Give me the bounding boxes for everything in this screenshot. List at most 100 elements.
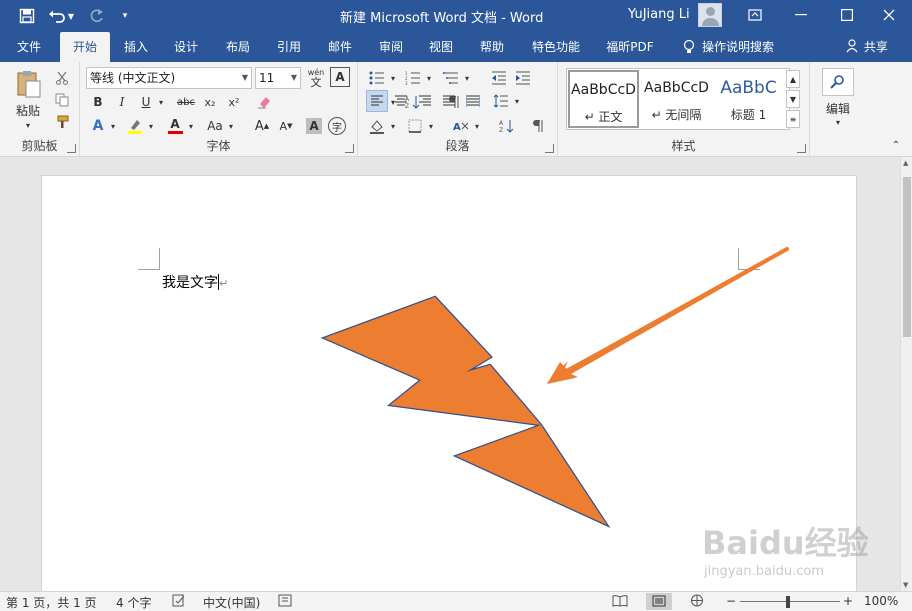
share-button[interactable]: 共享 [846, 32, 888, 62]
copy-icon[interactable] [52, 90, 72, 110]
clear-formatting-icon[interactable] [254, 92, 276, 112]
vertical-scrollbar[interactable]: ▲ ▼ [900, 157, 912, 591]
subscript-button[interactable]: x₂ [200, 92, 220, 112]
align-left-button[interactable] [366, 90, 388, 112]
format-painter-icon[interactable] [52, 112, 72, 132]
tab-insert[interactable]: 插入 [112, 32, 160, 62]
font-color-icon[interactable]: A [164, 116, 186, 136]
cut-icon[interactable] [52, 68, 72, 88]
save-icon[interactable] [14, 4, 40, 28]
italic-button[interactable]: I [112, 92, 132, 112]
tab-foxit-pdf[interactable]: 福昕PDF [598, 32, 662, 62]
scrollbar-thumb[interactable] [903, 177, 911, 337]
font-size-combobox[interactable]: 11 ▼ [255, 67, 301, 89]
tab-view[interactable]: 视图 [417, 32, 465, 62]
undo-dropdown-icon[interactable]: ▼ [64, 4, 78, 28]
style-heading-1[interactable]: AaBbC 标题 1 [713, 70, 784, 128]
web-layout-icon[interactable] [690, 594, 704, 610]
zoom-slider-thumb[interactable] [786, 596, 790, 608]
line-spacing-icon[interactable] [490, 90, 512, 112]
style-no-spacing[interactable]: AaBbCcD ↵ 无间隔 [641, 70, 712, 128]
underline-dropdown-icon[interactable]: ▾ [156, 92, 166, 112]
bold-button[interactable]: B [88, 92, 108, 112]
line-spacing-dropdown-icon[interactable]: ▾ [512, 90, 522, 112]
font-color-dropdown-icon[interactable]: ▾ [186, 116, 196, 136]
tab-references[interactable]: 引用 [265, 32, 313, 62]
sort-az-icon[interactable]: AZ [496, 116, 518, 136]
underline-button[interactable]: U [136, 92, 156, 112]
zoom-in-icon[interactable]: + [843, 594, 853, 608]
collapse-ribbon-icon[interactable]: ⌃ [888, 138, 904, 152]
bullets-icon[interactable] [366, 68, 388, 88]
proofing-icon[interactable] [172, 594, 186, 610]
scroll-down-icon[interactable]: ▼ [903, 581, 908, 589]
justify-button[interactable] [438, 90, 460, 112]
language-indicator[interactable]: 中文(中国) [203, 594, 260, 611]
font-name-combobox[interactable]: 等线 (中文正文) ▼ [86, 67, 252, 89]
tell-me-search[interactable]: 操作说明搜索 [702, 32, 814, 62]
change-case-dropdown-icon[interactable]: ▾ [226, 116, 236, 136]
tab-home[interactable]: 开始 [60, 32, 110, 62]
multilevel-list-icon[interactable] [440, 68, 462, 88]
tab-help[interactable]: 帮助 [468, 32, 516, 62]
align-center-button[interactable] [390, 90, 412, 112]
char-shading-button[interactable]: A [306, 118, 322, 134]
decrease-indent-icon[interactable] [488, 68, 510, 88]
zoom-level[interactable]: 100% [864, 594, 898, 608]
paragraph-marks-icon[interactable] [528, 116, 550, 136]
font-size-dropdown-icon[interactable]: ▼ [291, 68, 297, 88]
paste-icon[interactable] [8, 68, 48, 100]
bullets-dropdown-icon[interactable]: ▾ [388, 68, 398, 88]
editing-dropdown-icon[interactable]: ▾ [828, 116, 848, 128]
lightbulb-icon[interactable] [680, 32, 698, 62]
paragraph-launcher-icon[interactable] [545, 144, 554, 153]
increase-indent-icon[interactable] [512, 68, 534, 88]
grow-font-button[interactable]: A ▲ [252, 116, 272, 136]
asian-layout-dropdown-icon[interactable]: ▾ [472, 116, 482, 136]
zoom-out-icon[interactable]: − [726, 594, 736, 608]
user-name[interactable]: YuJiang Li [628, 7, 690, 22]
styles-launcher-icon[interactable] [797, 144, 806, 153]
superscript-button[interactable]: x² [224, 92, 244, 112]
shading-icon[interactable] [366, 116, 388, 136]
clipboard-launcher-icon[interactable] [67, 144, 76, 153]
styles-scroll-down-icon[interactable]: ▼ [786, 90, 800, 108]
text-effects-dropdown-icon[interactable]: ▾ [108, 116, 118, 136]
styles-more-icon[interactable]: ≡ [786, 110, 800, 128]
enclose-characters-button[interactable]: 字 [328, 117, 346, 135]
numbering-icon[interactable]: 123 [402, 68, 424, 88]
editing-button[interactable]: 编辑 [814, 100, 862, 116]
redo-icon[interactable] [84, 4, 110, 28]
tab-features[interactable]: 特色功能 [522, 32, 590, 62]
minimize-icon[interactable] [778, 0, 824, 30]
shading-dropdown-icon[interactable]: ▾ [388, 116, 398, 136]
close-icon[interactable] [866, 0, 912, 30]
strikethrough-button[interactable]: abc [174, 92, 198, 112]
word-count[interactable]: 4 个字 [116, 594, 151, 611]
styles-scroll-up-icon[interactable]: ▲ [786, 70, 800, 88]
borders-dropdown-icon[interactable]: ▾ [426, 116, 436, 136]
distributed-button[interactable] [462, 90, 484, 112]
scroll-up-icon[interactable]: ▲ [903, 159, 908, 167]
tab-mailings[interactable]: 邮件 [316, 32, 364, 62]
tab-file[interactable]: 文件 [4, 32, 54, 62]
change-case-button[interactable]: Aa [204, 116, 226, 136]
numbering-dropdown-icon[interactable]: ▾ [424, 68, 434, 88]
maximize-icon[interactable] [824, 0, 870, 30]
borders-icon[interactable] [404, 116, 426, 136]
paste-dropdown-icon[interactable]: ▾ [18, 120, 38, 130]
text-effects-icon[interactable]: A [88, 116, 108, 136]
ribbon-display-options-icon[interactable] [732, 0, 778, 30]
tab-review[interactable]: 审阅 [367, 32, 415, 62]
zoom-slider[interactable] [740, 601, 840, 602]
char-border-icon[interactable]: A [330, 67, 350, 87]
find-icon[interactable] [822, 68, 854, 96]
page-count[interactable]: 第 1 页，共 1 页 [6, 594, 97, 611]
asian-layout-icon[interactable]: A [450, 116, 472, 136]
align-right-button[interactable] [414, 90, 436, 112]
font-launcher-icon[interactable] [345, 144, 354, 153]
multilevel-dropdown-icon[interactable]: ▾ [462, 68, 472, 88]
phonetic-guide-icon[interactable]: wén 文 [306, 67, 326, 89]
shrink-font-button[interactable]: A ▼ [276, 116, 296, 136]
customize-quick-access-icon[interactable]: ▾ [112, 4, 138, 28]
